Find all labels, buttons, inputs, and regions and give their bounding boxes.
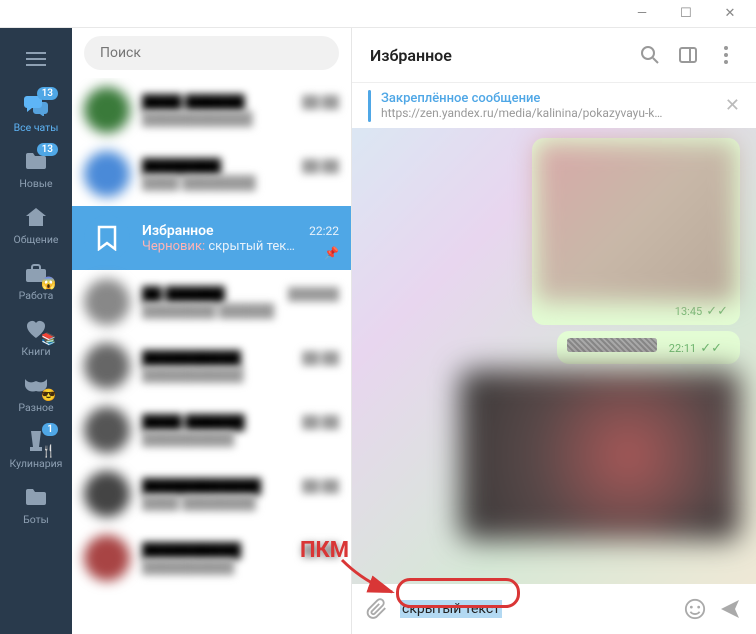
chat-name: ██████████ — [142, 350, 241, 367]
pin-icon: 📌 — [324, 246, 339, 260]
chat-name: ██ ██████ — [142, 286, 225, 303]
window-minimize[interactable]: — — [620, 0, 664, 28]
rail-label: Боты — [23, 513, 49, 526]
read-checks-icon: ✓✓ — [700, 341, 722, 356]
conversation-title[interactable]: Избранное — [370, 46, 624, 65]
folder2-icon — [22, 483, 50, 511]
chat-time: ██:██ — [302, 95, 339, 109]
rail-folder-Боты[interactable]: Боты — [0, 476, 72, 532]
send-icon[interactable] — [718, 597, 742, 621]
rail-label: Все чаты — [14, 121, 59, 134]
sidebar-toggle-icon[interactable] — [676, 45, 700, 65]
chat-time: ██:██ — [302, 543, 339, 557]
search-icon[interactable] — [638, 45, 662, 65]
chat-preview: ██████████ — [142, 431, 339, 447]
chat-preview: Черновик: скрытый тек… — [142, 239, 339, 254]
emoji-icon[interactable] — [684, 598, 706, 620]
chat-preview: ████████ ██████ — [142, 303, 339, 319]
avatar — [84, 407, 130, 453]
chat-time: ██:██ — [302, 351, 339, 365]
rail-label: Общение — [14, 233, 59, 246]
chat-name: ████ ██████ — [142, 414, 245, 431]
window-close[interactable]: ✕ — [708, 0, 752, 28]
close-icon[interactable]: ✕ — [725, 95, 740, 116]
rail-folder-Новые[interactable]: Новые 13 — [0, 140, 72, 196]
rail-folder-Общение[interactable]: Общение — [0, 196, 72, 252]
read-checks-icon: ✓✓ — [706, 304, 728, 319]
chat-item[interactable]: ████████████ ██:██ ████ ████████ — [72, 462, 351, 526]
messages-area[interactable]: 13:45 ✓✓ 22:11 ✓✓ 22:13 ✓✓ — [352, 128, 756, 584]
pinned-message[interactable]: Закреплённое сообщение https://zen.yande… — [352, 82, 756, 128]
rail-label: Работа — [19, 289, 54, 302]
folder-rail: Все чаты 13 Новые 13 Общение 😱Работа📚Книги😎Ра… — [0, 28, 72, 634]
conversation-panel: Избранное Закреплённое сообщение https:/… — [352, 28, 756, 634]
rail-folder-Работа[interactable]: 😱Работа — [0, 252, 72, 308]
saved-messages-icon — [84, 215, 130, 261]
pinned-accent-bar — [368, 90, 371, 122]
composer-input[interactable]: скрытый текст — [400, 600, 672, 618]
avatar — [84, 471, 130, 517]
chat-item[interactable]: ██████████ ██:██ ███████████ — [72, 334, 351, 398]
unread-badge: 13 — [37, 143, 58, 156]
chat-preview: ██████████ — [142, 559, 339, 575]
rail-folder-Разное[interactable]: 😎Разное — [0, 364, 72, 420]
chat-item[interactable]: ██████████ ██:██ ██████████ — [72, 526, 351, 590]
message-time: 22:13 — [675, 519, 702, 532]
message-composer: скрытый текст — [352, 584, 756, 634]
chat-name: ████████ — [142, 158, 221, 175]
chat-time: 22:22 — [309, 224, 339, 238]
chat-preview: ████ ████████ — [142, 175, 339, 191]
chat-item[interactable]: ████ ██████ ██:██ ████████████ — [72, 78, 351, 142]
avatar — [84, 535, 130, 581]
message-bubble[interactable]: 13:45 ✓✓ — [532, 138, 740, 325]
message-time: 22:11 — [669, 342, 696, 355]
rail-folder-Кулинария[interactable]: 🍴Кулинария1 — [0, 420, 72, 476]
chat-item-saved[interactable]: Избранное 22:22Черновик: скрытый тек…📌 — [72, 206, 351, 270]
pinned-text: https://zen.yandex.ru/media/kalinina/pok… — [381, 106, 715, 120]
rail-label: Книги — [21, 345, 50, 358]
chat-list-panel: ████ ████████:████████████████████████:█… — [72, 28, 352, 634]
chat-name: ████████████ — [142, 478, 261, 495]
selected-input-text[interactable]: скрытый текст — [400, 600, 502, 618]
spoiler-hidden-text[interactable] — [567, 338, 657, 352]
message-time: 13:45 — [675, 305, 702, 318]
chat-preview: ███████████ — [142, 367, 339, 383]
hamburger-menu[interactable] — [0, 34, 72, 84]
unread-badge: 1 — [42, 423, 58, 436]
rail-label: Кулинария — [10, 457, 63, 470]
chat-name: Избранное — [142, 223, 214, 239]
avatar — [84, 343, 130, 389]
rail-label: Новые — [19, 177, 52, 190]
home-icon — [22, 203, 50, 231]
more-icon[interactable] — [714, 46, 738, 64]
chat-name: ████ ██████ — [142, 94, 245, 111]
pinned-title: Закреплённое сообщение — [381, 91, 715, 106]
chat-item[interactable]: ██ ██████ ██████ ████████ ██████ — [72, 270, 351, 334]
rail-folder-Все чаты[interactable]: Все чаты 13 — [0, 84, 72, 140]
chat-time: ██:██ — [302, 479, 339, 493]
avatar — [84, 151, 130, 197]
chat-time: ██:██ — [302, 159, 339, 173]
chat-time: ██:██ — [302, 415, 339, 429]
rail-label: Разное — [18, 401, 53, 414]
avatar — [84, 279, 130, 325]
search-input[interactable] — [84, 36, 339, 70]
message-image[interactable]: 22:13 ✓✓ — [460, 370, 740, 540]
rail-folder-Книги[interactable]: 📚Книги — [0, 308, 72, 364]
message-image[interactable] — [536, 142, 736, 302]
avatar — [84, 87, 130, 133]
unread-badge: 13 — [37, 87, 58, 100]
chat-preview: ████████████ — [142, 111, 339, 127]
chat-time: ██████ — [288, 287, 339, 301]
chat-name: ██████████ — [142, 542, 241, 559]
chat-preview: ████ ████████ — [142, 495, 339, 511]
window-maximize[interactable]: ☐ — [664, 0, 708, 28]
chat-item[interactable]: ████ ██████ ██:██ ██████████ — [72, 398, 351, 462]
message-bubble[interactable]: 22:11 ✓✓ — [557, 331, 740, 364]
chat-item[interactable]: ████████ ██:██ ████ ████████ — [72, 142, 351, 206]
attach-icon[interactable] — [366, 598, 388, 620]
